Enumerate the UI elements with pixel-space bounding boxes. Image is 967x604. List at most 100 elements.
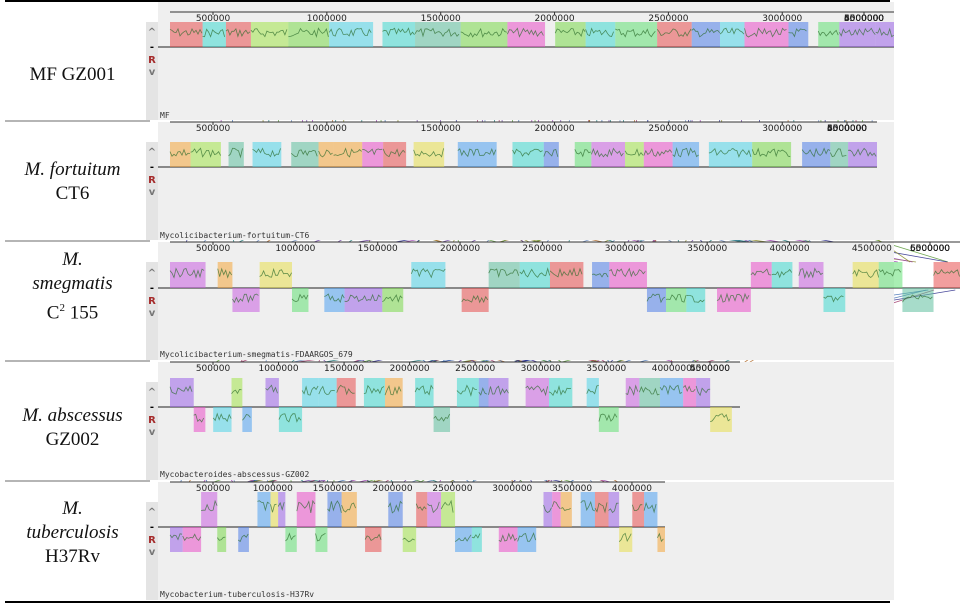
- genome-row-label: M. abscessus GZ002: [0, 404, 145, 452]
- lcb-block: [488, 262, 520, 288]
- lcb-block: [411, 262, 446, 288]
- scroll-up-button[interactable]: ^: [148, 27, 156, 38]
- scroll-up-button[interactable]: ^: [148, 507, 156, 518]
- label-text: CT6: [55, 183, 90, 204]
- lcb-block: [750, 262, 772, 288]
- scroll-down-button[interactable]: v: [149, 308, 156, 319]
- axis-tick-label: 3000000: [521, 364, 561, 374]
- axis-tick-label: 3500000: [586, 364, 626, 374]
- lcb-block: [720, 22, 745, 47]
- lcb-block: [686, 288, 706, 312]
- label-text: M. abscessus: [22, 405, 123, 426]
- axis-tick-label: 2500000: [648, 124, 688, 134]
- reverse-button[interactable]: R: [148, 55, 156, 66]
- scroll-up-button[interactable]: ^: [148, 268, 156, 279]
- genome-row-label: M. tuberculosis H37Rv: [0, 497, 145, 569]
- lcb-block: [744, 22, 789, 47]
- lcb-block: [250, 22, 289, 47]
- lcb-block: [798, 262, 824, 288]
- genome-name-label: Mycolicibacterium-smegmatis-FDAARGOS_679: [160, 350, 353, 359]
- lcb-block: [672, 142, 700, 167]
- zoom-out-button[interactable]: -: [150, 283, 154, 294]
- axis-tick-label: 1000000: [275, 244, 315, 254]
- axis-tick-label: 4000000: [652, 364, 692, 374]
- reverse-button[interactable]: R: [148, 535, 156, 546]
- lcb-block: [691, 22, 721, 47]
- axis-tick-label: 3000000: [762, 124, 802, 134]
- lcb-block: [646, 288, 667, 312]
- axis-tick-label: 4000000: [769, 244, 809, 254]
- scroll-up-button[interactable]: ^: [148, 147, 156, 158]
- axis-tick-label: 500000: [196, 124, 231, 134]
- lcb-block: [213, 407, 232, 432]
- axis-tick-label: 3000000: [492, 484, 532, 494]
- genome-row-label: M. smegmatis C2 155: [0, 248, 145, 325]
- scroll-down-button[interactable]: v: [149, 67, 156, 78]
- label-text: GZ002: [45, 429, 100, 450]
- lcb-block: [333, 142, 363, 167]
- genome-name-label: Mycolicibacterium-fortuitum-CT6: [160, 231, 309, 240]
- zoom-out-button[interactable]: -: [150, 402, 154, 413]
- zoom-out-button[interactable]: -: [150, 522, 154, 533]
- row-separator: [5, 360, 150, 362]
- lcb-block: [543, 142, 559, 167]
- reverse-button[interactable]: R: [148, 175, 156, 186]
- scroll-down-button[interactable]: v: [149, 427, 156, 438]
- axis-tick-label: 500000: [196, 364, 231, 374]
- reverse-button[interactable]: R: [148, 415, 156, 426]
- axis-tick-label: 1500000: [421, 124, 461, 134]
- genome-name-label: MF: [160, 111, 170, 120]
- axis-tick-label: 2000000: [535, 124, 575, 134]
- lcb-block: [296, 492, 316, 527]
- scroll-down-button[interactable]: v: [149, 187, 156, 198]
- genome-row-label-line: smegmatis: [0, 272, 145, 296]
- lcb-block: [291, 142, 319, 167]
- genome-row-label-line: CT6: [0, 182, 145, 206]
- lcb-block: [170, 22, 203, 47]
- axis-tick-label: 2000000: [440, 244, 480, 254]
- scroll-down-button[interactable]: v: [149, 547, 156, 558]
- lcb-block: [788, 22, 809, 47]
- scroll-up-button[interactable]: ^: [148, 387, 156, 398]
- lcb-block: [190, 142, 221, 167]
- axis-tick-label: 5000000: [690, 364, 730, 374]
- genome-row-label: MF GZ001: [0, 63, 145, 87]
- figure-border-rule: [5, 0, 890, 2]
- row-separator: [5, 480, 150, 482]
- lcb-block: [170, 527, 183, 552]
- axis-tick-label: 1000000: [258, 364, 298, 374]
- label-text: M. fortuitum: [24, 159, 121, 180]
- genome-row-label-line: H37Rv: [0, 545, 145, 569]
- track-panel-background: [158, 242, 894, 360]
- genome-row-label: M. fortuitum CT6: [0, 158, 145, 206]
- genome-row-label-line: GZ002: [0, 428, 145, 452]
- lcb-block: [488, 378, 509, 407]
- lcb-block: [830, 142, 849, 167]
- lcb-block: [202, 22, 226, 47]
- zoom-out-button[interactable]: -: [150, 42, 154, 53]
- lcb-block: [555, 22, 586, 47]
- genome-name-label: Mycobacteroides-abscessus-GZ002: [160, 470, 309, 479]
- axis-tick-label: 2500000: [522, 244, 562, 254]
- lcb-block: [228, 142, 244, 167]
- reverse-button[interactable]: R: [148, 296, 156, 307]
- lcb-block: [586, 378, 599, 407]
- lcb-block: [238, 527, 249, 552]
- axis-tick-label: 2500000: [455, 364, 495, 374]
- lcb-block: [933, 262, 960, 288]
- lcb-block: [170, 378, 194, 407]
- lcb-block: [752, 142, 792, 167]
- lcb-block: [818, 22, 840, 47]
- lcb-block: [507, 22, 546, 47]
- lcb-block: [456, 378, 479, 407]
- zoom-out-button[interactable]: -: [150, 162, 154, 173]
- axis-tick-label: 1000000: [307, 124, 347, 134]
- lcb-block: [433, 407, 451, 432]
- axis-tick-label: 6000000: [827, 124, 867, 134]
- lcb-block: [427, 492, 442, 527]
- lcb-block: [324, 288, 345, 312]
- label-text: smegmatis: [32, 273, 113, 294]
- genome-row-label-line: C2 155: [0, 296, 145, 325]
- lcb-block: [730, 142, 753, 167]
- row-separator: [5, 120, 150, 122]
